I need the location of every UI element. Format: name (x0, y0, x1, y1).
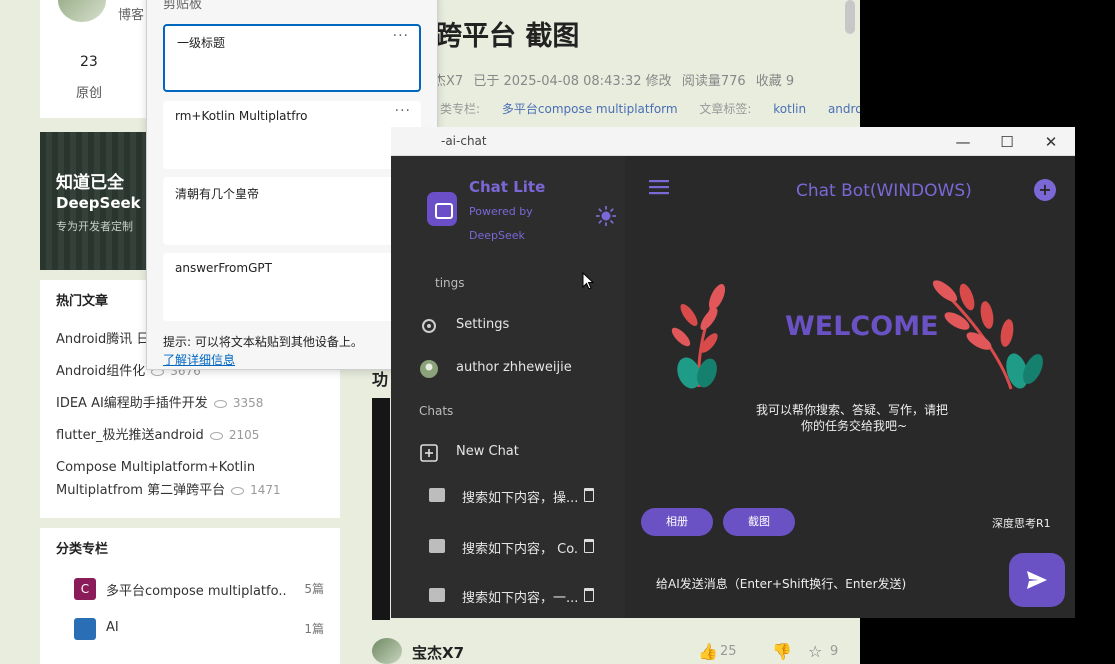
sidebar: Chat Lite Powered by DeepSeek tings Sett… (391, 156, 625, 618)
modified-date: 已于 2025-04-08 08:43:32 修改 (473, 74, 672, 89)
screenshot-button[interactable]: 截图 (723, 508, 795, 536)
welcome-heading: WELCOME (785, 311, 939, 342)
clipboard-item[interactable]: rm+Kotlin Multiplatfro ··· (163, 101, 421, 169)
original-label: 原创 (76, 86, 103, 101)
favorite-count: 收藏 9 (755, 74, 795, 89)
view-count: 阅读量776 (681, 74, 746, 89)
star-icon[interactable]: ☆ (808, 642, 822, 661)
album-button[interactable]: 相册 (641, 508, 713, 536)
welcome-description: 我可以帮你搜索、答疑、写作，请把 (756, 403, 949, 417)
tag-link[interactable]: kotlin (773, 102, 806, 116)
window-title: -ai-chat (441, 134, 487, 148)
categories-title: 分类专栏 (56, 542, 109, 557)
window-titlebar[interactable]: -ai-chat — ☐ ✕ (391, 127, 1075, 156)
hamburger-menu-icon[interactable] (649, 179, 669, 195)
add-box-icon (420, 444, 438, 462)
message-icon (429, 488, 445, 502)
learn-more-link[interactable]: 了解详细信息 (163, 351, 235, 368)
hot-article-item[interactable]: Android腾讯 日 (56, 328, 149, 351)
hot-articles-title: 热门文章 (56, 294, 109, 309)
article-screenshot (372, 398, 390, 620)
star-count: 9 (830, 644, 839, 659)
category-item[interactable]: C 多平台compose multiplatfo... 5篇 (74, 578, 324, 600)
more-icon[interactable]: ··· (395, 103, 411, 119)
settings-menu-item[interactable]: Settings (419, 314, 619, 338)
mouse-cursor-icon (582, 272, 594, 290)
category-icon: C (74, 578, 96, 600)
chat-header-title: Chat Bot(WINDOWS) (796, 181, 972, 201)
clipboard-item[interactable]: 一级标题 ··· (163, 24, 421, 92)
plant-illustration (671, 284, 726, 389)
new-chat-button[interactable]: New Chat (419, 441, 619, 465)
more-icon[interactable]: ··· (393, 28, 409, 44)
author-name[interactable]: 宝杰X7 (412, 642, 464, 663)
avatar[interactable] (372, 638, 402, 664)
powered-by-brand: DeepSeek (469, 229, 525, 242)
gear-icon (422, 319, 436, 333)
clipboard-title: 剪贴板 (163, 0, 203, 12)
eye-icon (231, 486, 245, 495)
category-item[interactable]: AI 1篇 (74, 618, 324, 640)
categories-card: 分类专栏 C 多平台compose multiplatfo... 5篇 AI 1… (40, 528, 340, 664)
chats-section-header: Chats (419, 404, 454, 418)
original-count: 23 (80, 54, 98, 70)
sun-icon[interactable] (596, 206, 616, 226)
app-logo-icon (427, 192, 457, 226)
ad-headline: 知道已全 (56, 173, 124, 193)
clipboard-item[interactable]: answerFromGPT ··· (163, 253, 421, 321)
close-icon[interactable]: ✕ (1031, 129, 1071, 155)
profile-name[interactable]: 博客 (118, 4, 144, 23)
trash-icon[interactable] (584, 539, 594, 553)
ad-subtitle: 专为开发者定制 (56, 220, 133, 233)
tag-link[interactable]: andro (828, 102, 863, 116)
eye-icon (209, 431, 223, 440)
avatar-icon (420, 360, 438, 378)
deep-think-toggle[interactable]: 深度思考R1 (992, 515, 1051, 531)
tag-link[interactable]: 多平台compose multiplatform (502, 102, 678, 116)
globe-icon (74, 618, 96, 640)
author-footer: 宝杰X7 👍 25 👎 ☆ 9 (372, 636, 860, 664)
message-input[interactable]: 给AI发送消息（Enter+Shift换行、Enter发送) (656, 575, 906, 592)
hot-article-item[interactable]: flutter_极光推送android 2105 (56, 424, 259, 447)
powered-by-label: Powered by (469, 205, 533, 218)
ad-brand: DeepSeek (56, 194, 141, 212)
add-chat-icon[interactable]: + (1034, 179, 1056, 201)
maximize-icon[interactable]: ☐ (987, 129, 1027, 155)
trash-icon[interactable] (584, 488, 594, 502)
clipboard-tip: 提示: 可以将文本粘贴到其他设备上。 (163, 335, 363, 349)
page-scrollbar[interactable] (845, 0, 855, 34)
chat-history-item[interactable]: 搜索如下内容， Co... (429, 535, 609, 559)
chat-history-item[interactable]: 搜索如下内容，一... (429, 584, 609, 608)
clipboard-item[interactable]: 清朝有几个皇帝 ··· (163, 177, 421, 245)
article-tags: 类专栏: 多平台compose multiplatform 文章标签: kotl… (440, 102, 863, 116)
thumbs-up-icon[interactable]: 👍 (698, 642, 718, 661)
message-icon (429, 588, 445, 602)
avatar[interactable] (58, 0, 106, 22)
plant-illustration (932, 280, 1043, 390)
hot-article-item[interactable]: Compose Multiplatform+Kotlin (56, 456, 255, 479)
chat-app-window: -ai-chat — ☐ ✕ Chat Lite Powered by Deep… (391, 127, 1075, 618)
minimize-icon[interactable]: — (943, 129, 983, 155)
thumbs-down-icon[interactable]: 👎 (772, 642, 792, 661)
article-title: 跨平台 截图 (435, 21, 580, 52)
author-menu-item[interactable]: author zhheweijie (419, 357, 619, 381)
send-button[interactable] (1009, 553, 1065, 607)
chat-history-item[interactable]: 搜索如下内容，操... (429, 484, 609, 508)
message-icon (429, 539, 445, 553)
article-meta: 杰X7 已于 2025-04-08 08:43:32 修改 阅读量776 收藏 … (433, 70, 800, 89)
app-name: Chat Lite (469, 178, 546, 196)
welcome-description: 你的任务交给我吧~ (801, 419, 908, 433)
hot-article-item[interactable]: IDEA AI编程助手插件开发 3358 (56, 392, 263, 415)
like-count: 25 (720, 644, 737, 659)
eye-icon (213, 399, 227, 408)
settings-section-header: tings (435, 276, 465, 290)
hot-article-item[interactable]: Multiplatfrom 第二弹跨平台 1471 (56, 479, 281, 502)
send-icon (1027, 571, 1047, 589)
trash-icon[interactable] (584, 588, 594, 602)
